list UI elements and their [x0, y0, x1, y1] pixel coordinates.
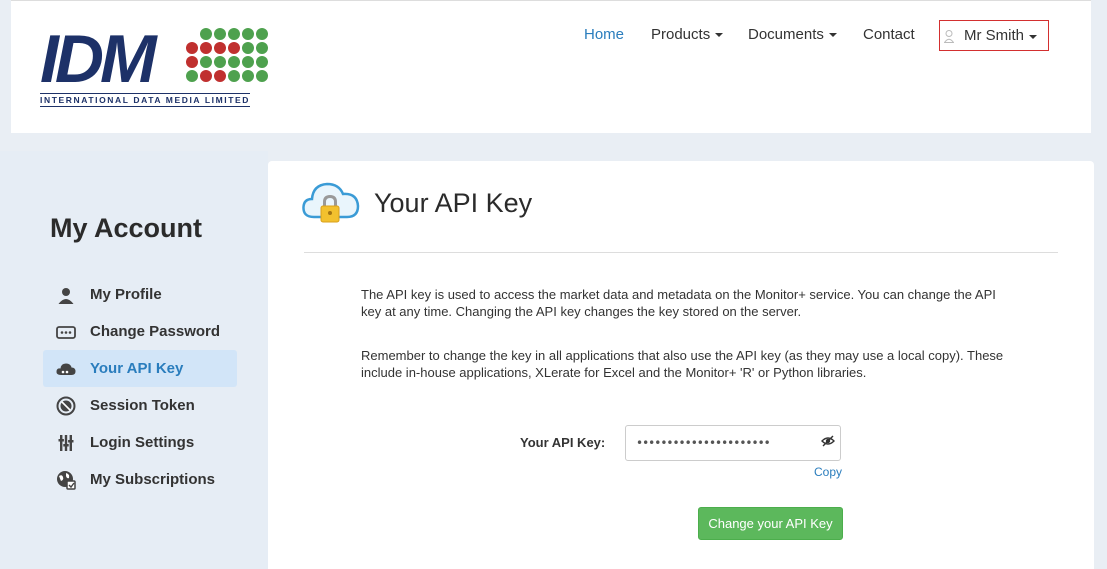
password-icon [56, 322, 76, 342]
sidebar-item-label: Change Password [90, 323, 221, 340]
sidebar-item-my-profile[interactable]: My Profile [43, 276, 237, 313]
nav-documents[interactable]: Documents [748, 26, 837, 43]
logo-dot [228, 28, 240, 40]
logo-dot [186, 56, 198, 68]
main-panel: Your API Key The API key is used to acce… [268, 161, 1094, 569]
logo-dot [214, 70, 226, 82]
logo-dot [228, 56, 240, 68]
sidebar-item-session-token[interactable]: Session Token [43, 387, 237, 424]
user-icon [944, 30, 954, 43]
logo-dot [256, 28, 268, 40]
api-key-label: Your API Key: [520, 435, 606, 450]
nav-products-label: Products [651, 26, 711, 43]
copy-link[interactable]: Copy [814, 465, 842, 479]
logo-text: IDM [40, 21, 157, 97]
logo-dot [214, 42, 226, 54]
nav-contact-label: Contact [863, 26, 915, 43]
logo-dot [256, 70, 268, 82]
sidebar-item-label: My Subscriptions [90, 471, 216, 488]
divider [304, 252, 1058, 253]
nav-home-label: Home [584, 26, 625, 43]
nav-products[interactable]: Products [651, 26, 724, 43]
caret-down-icon [828, 33, 837, 38]
logo-dot [228, 42, 240, 54]
logo-dot [242, 28, 254, 40]
user-name: Mr Smith [964, 27, 1024, 44]
logo-dot [242, 42, 254, 54]
logo-dot [200, 56, 212, 68]
cloud-lock-icon [302, 182, 360, 223]
page-title: Your API Key [374, 188, 533, 218]
nav-documents-label: Documents [748, 26, 824, 43]
sidebar-item-label: Login Settings [90, 434, 195, 451]
sidebar-item-your-api-key[interactable]: Your API Key [43, 350, 237, 387]
idm-logo[interactable]: IDM INTERNATIONAL DATA MEDIA LIMITED [40, 25, 290, 107]
user-menu[interactable]: Mr Smith [939, 20, 1049, 51]
sidebar: My Account My Profile Change Password Yo… [0, 151, 268, 569]
sidebar-item-my-subscriptions[interactable]: My Subscriptions [43, 461, 237, 498]
sidebar-item-label: Your API Key [90, 360, 184, 377]
logo-dot [256, 42, 268, 54]
change-api-key-button[interactable]: Change your API Key [698, 507, 843, 540]
logo-dot [214, 56, 226, 68]
nav-home[interactable]: Home [584, 26, 624, 43]
logo-dots [186, 28, 268, 82]
caret-down-icon [1029, 35, 1037, 39]
description-paragraph: The API key is used to access the market… [361, 287, 996, 319]
api-key-field[interactable] [625, 425, 841, 461]
logo-dot [214, 28, 226, 40]
logo-dot [242, 56, 254, 68]
reminder-paragraph: Remember to change the key in all applic… [361, 348, 1004, 380]
token-icon [56, 396, 76, 416]
logo-subtitle: INTERNATIONAL DATA MEDIA LIMITED [40, 93, 251, 107]
user-icon [56, 285, 76, 305]
logo-dot [200, 28, 212, 40]
sidebar-item-label: Session Token [90, 397, 195, 414]
logo-dot [200, 70, 212, 82]
eye-slash-icon[interactable] [821, 434, 835, 448]
nav-contact[interactable]: Contact [863, 26, 915, 43]
logo-dot [256, 56, 268, 68]
cloud-icon [56, 359, 76, 379]
caret-down-icon [715, 33, 724, 38]
logo-dot [228, 70, 240, 82]
logo-dot [200, 42, 212, 54]
sidebar-item-label: My Profile [90, 286, 162, 303]
header: IDM INTERNATIONAL DATA MEDIA LIMITED Hom… [11, 0, 1091, 133]
logo-dot [186, 42, 198, 54]
sliders-icon [56, 433, 76, 453]
globe-icon [56, 470, 76, 490]
sidebar-item-login-settings[interactable]: Login Settings [43, 424, 237, 461]
sidebar-item-change-password[interactable]: Change Password [43, 313, 237, 350]
logo-dot [186, 70, 198, 82]
sidebar-title: My Account [50, 213, 203, 243]
logo-dot [242, 70, 254, 82]
